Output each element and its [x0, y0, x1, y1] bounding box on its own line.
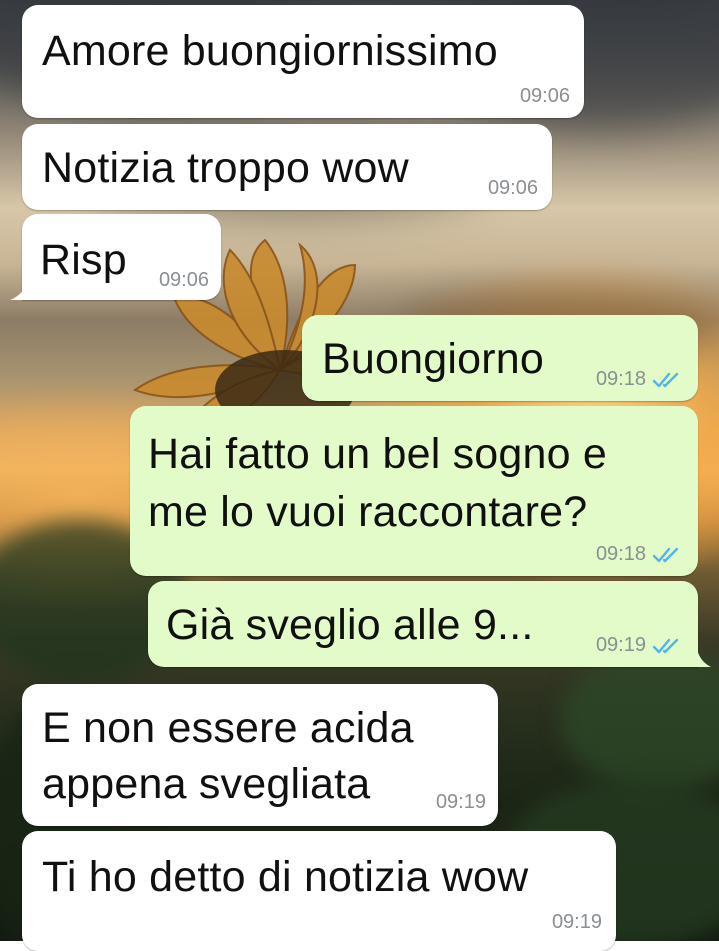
message-text: Risp: [40, 236, 127, 284]
message-text-line: appena svegliata: [42, 760, 371, 808]
message-timestamp: 09:19: [595, 634, 646, 656]
message-text: Ti ho detto di notizia wow: [42, 853, 529, 901]
message-timestamp: 09:06: [158, 269, 209, 291]
double-check-icon: [652, 638, 679, 653]
bubble-tail: [697, 649, 711, 667]
double-check-icon: [652, 547, 679, 562]
message-text: Buongiorno: [322, 335, 544, 383]
outgoing-message-bubble[interactable]: Buongiorno 09:18: [302, 315, 698, 401]
double-check-icon: [652, 372, 679, 387]
incoming-message-bubble[interactable]: E non essere acida appena svegliata 09:1…: [22, 684, 498, 826]
message-text-line: me lo vuoi raccontare?: [148, 488, 588, 536]
message-text: Notizia troppo wow: [42, 144, 409, 192]
message-timestamp: 09:06: [519, 85, 570, 107]
message-text: Già sveglio alle 9...: [166, 601, 534, 649]
message-text: Amore buongiornissimo: [42, 27, 498, 75]
incoming-message-bubble[interactable]: Risp 09:06: [22, 214, 221, 300]
message-text-line: Hai fatto un bel sogno e: [148, 430, 608, 478]
outgoing-message-bubble[interactable]: Hai fatto un bel sogno e me lo vuoi racc…: [130, 406, 698, 576]
incoming-message-bubble[interactable]: Ti ho detto di notizia wow 09:19: [22, 831, 616, 951]
message-timestamp: 09:19: [435, 791, 486, 813]
message-meta: 09:18: [596, 368, 686, 391]
message-list[interactable]: Amore buongiornissimo 09:06 Notizia trop…: [0, 0, 719, 951]
message-meta: 09:19: [596, 634, 686, 657]
message-meta: 09:18: [596, 543, 686, 566]
message-timestamp: 09:18: [595, 368, 646, 390]
bubble-tail: [10, 282, 28, 300]
message-timestamp: 09:18: [595, 543, 646, 565]
incoming-message-bubble[interactable]: Amore buongiornissimo 09:06: [22, 5, 584, 118]
outgoing-message-bubble[interactable]: Già sveglio alle 9... 09:19: [148, 581, 698, 667]
message-timestamp: 09:06: [487, 177, 538, 199]
incoming-message-bubble[interactable]: Notizia troppo wow 09:06: [22, 124, 552, 210]
message-text-line: E non essere acida: [42, 704, 414, 752]
message-timestamp: 09:19: [551, 911, 602, 933]
